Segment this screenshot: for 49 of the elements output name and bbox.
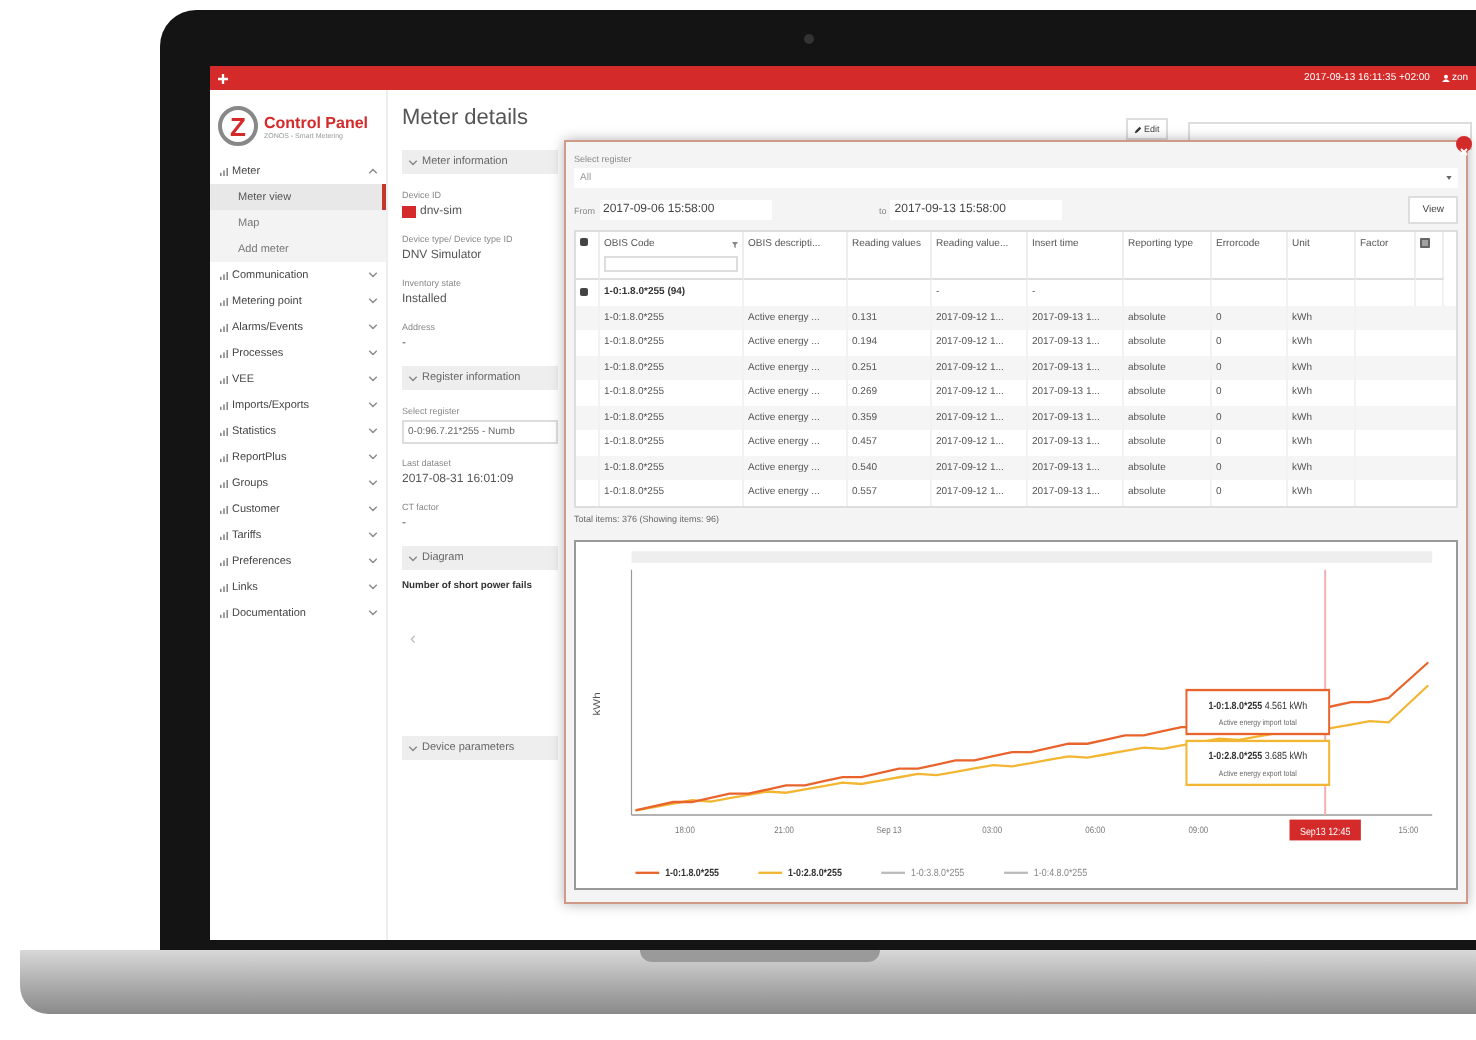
bars-icon <box>220 583 228 591</box>
chevron-icon <box>368 402 378 408</box>
chevron-icon <box>368 272 378 278</box>
filter-icon[interactable] <box>732 241 738 247</box>
chevron-icon <box>368 454 378 460</box>
brand-title: Control Panel <box>264 113 369 131</box>
chevron-icon <box>408 745 418 751</box>
chevron-icon <box>408 555 418 561</box>
square-icon[interactable] <box>580 238 588 246</box>
chevron-icon <box>368 558 378 564</box>
collapse-icon[interactable] <box>580 288 588 297</box>
menu-icon[interactable] <box>1420 238 1430 248</box>
bars-icon <box>220 323 228 331</box>
bars-icon <box>220 349 228 357</box>
bars-icon <box>220 531 228 539</box>
bars-icon <box>220 427 228 435</box>
filter-field[interactable] <box>604 256 738 272</box>
chevron-icon <box>368 168 378 174</box>
chevron-icon <box>368 428 378 434</box>
bars-icon <box>220 297 228 305</box>
bars-icon <box>220 271 228 279</box>
chevron-icon <box>368 350 378 356</box>
chevron-icon <box>408 375 418 381</box>
chevron-icon <box>368 506 378 512</box>
pencil-icon <box>1134 125 1142 133</box>
user-icon <box>1441 74 1450 82</box>
page-title: Meter details <box>402 106 530 130</box>
chevron-icon <box>368 584 378 590</box>
chevron-icon <box>368 376 378 382</box>
chevron-icon <box>368 610 378 616</box>
plus-icon[interactable] <box>218 73 228 83</box>
device-icon <box>402 206 416 218</box>
chevron-icon <box>368 298 378 304</box>
chevron-icon <box>368 324 378 330</box>
camera-icon <box>804 34 814 44</box>
caret-icon <box>1446 176 1452 180</box>
logo: Z <box>218 106 258 146</box>
bars-icon <box>220 557 228 565</box>
bars-icon <box>220 479 228 487</box>
close-button[interactable] <box>1456 136 1472 152</box>
chevron-icon <box>368 480 378 486</box>
chevron-icon <box>368 532 378 538</box>
chevron-icon <box>408 159 418 165</box>
bars-icon <box>220 375 228 383</box>
bars-icon <box>220 453 228 461</box>
bars-icon <box>220 505 228 513</box>
bars-icon <box>220 401 228 409</box>
bars-icon <box>220 167 228 175</box>
bars-icon <box>220 609 228 617</box>
